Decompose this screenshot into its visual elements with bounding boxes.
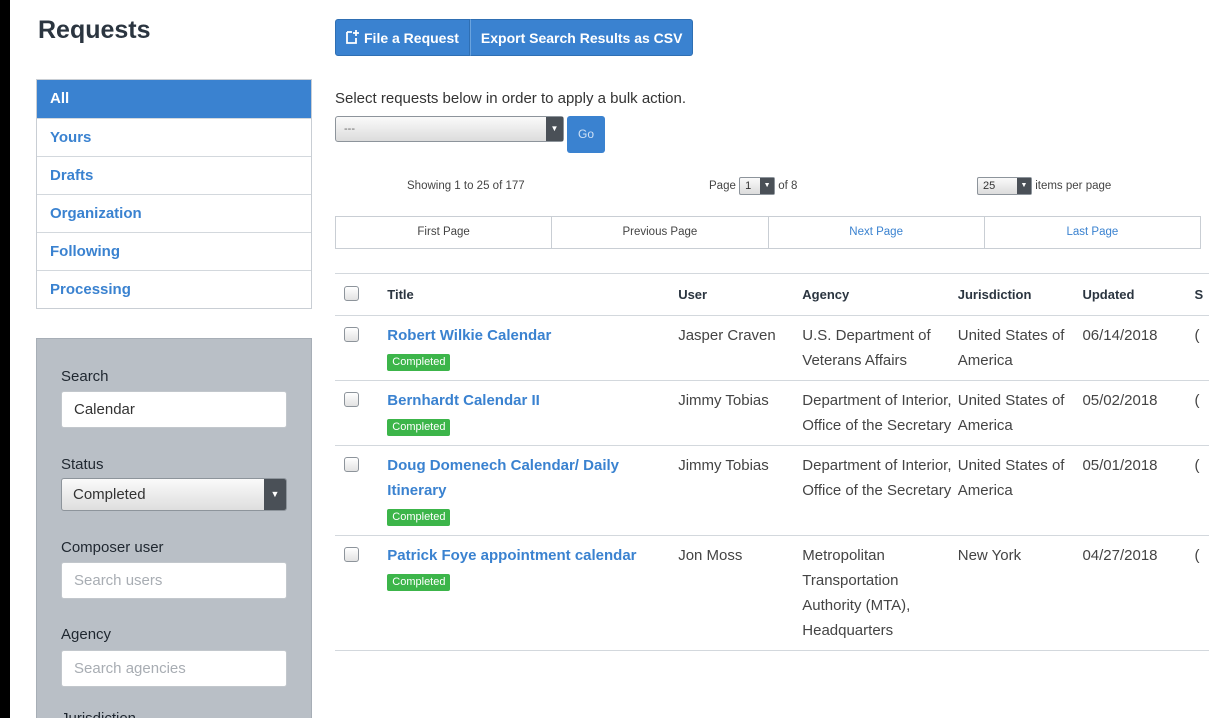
header-updated[interactable]: Updated [1082, 273, 1195, 316]
nav-item-drafts[interactable]: Drafts [37, 156, 311, 194]
nav-item-organization[interactable]: Organization [37, 194, 311, 232]
page-title: Requests [38, 16, 151, 44]
page-value: 1 [745, 180, 752, 192]
table-row: Doug Domenech Calendar/ Daily Itinerary C… [335, 445, 1209, 536]
chevron-down-icon: ▼ [760, 178, 775, 194]
user-cell: Jon Moss [678, 535, 803, 651]
nav-item-all[interactable]: All [37, 80, 311, 118]
file-request-label: File a Request [364, 30, 459, 46]
row-checkbox[interactable] [344, 327, 359, 342]
go-button[interactable]: Go [567, 116, 605, 153]
header-agency[interactable]: Agency [802, 273, 958, 316]
extra-cell: ( [1194, 535, 1209, 651]
agency-cell: Metropolitan Transportation Authority (M… [802, 535, 958, 651]
page-select[interactable]: 1 ▼ [739, 177, 776, 195]
per-page-select[interactable]: 25 ▼ [977, 177, 1032, 195]
extra-cell: ( [1194, 445, 1209, 536]
agency-label: Agency [61, 626, 112, 643]
bulk-instruction: Select requests below in order to apply … [335, 90, 687, 107]
table-row: Robert Wilkie Calendar Completed Jasper C… [335, 315, 1209, 381]
filter-panel: Search Calendar Status Completed ▼ Compo… [36, 338, 312, 718]
request-filter-nav: All Yours Drafts Organization Following … [36, 79, 312, 309]
request-title-link[interactable]: Doug Domenech Calendar/ Daily Itinerary [387, 457, 619, 499]
jurisdiction-cell: United States of America [957, 445, 1083, 536]
requests-table: Title User Agency Jurisdiction Updated S… [335, 273, 1209, 651]
page: Requests All Yours Drafts Organization F… [10, 0, 1209, 718]
bulk-action-value: --- [344, 123, 355, 135]
first-page-button[interactable]: First Page [336, 217, 551, 248]
composer-user-input[interactable]: Search users [61, 562, 287, 599]
page-of-label: of 8 [778, 180, 798, 193]
chevron-down-icon: ▼ [264, 479, 286, 510]
showing-count: Showing 1 to 25 of 177 [407, 180, 525, 192]
jurisdiction-cell: New York [957, 535, 1083, 651]
updated-cell: 04/27/2018 [1082, 535, 1195, 651]
bulk-action-select[interactable]: --- ▼ [335, 116, 564, 142]
composer-label: Composer user [61, 539, 164, 556]
agency-cell: U.S. Department of Veterans Affairs [802, 315, 958, 381]
updated-cell: 05/02/2018 [1082, 380, 1195, 446]
per-page-label: items per page [1035, 180, 1112, 193]
agency-cell: Department of Interior, Office of the Se… [802, 380, 958, 446]
status-badge: Completed [387, 574, 451, 591]
last-page-button[interactable]: Last Page [983, 217, 1200, 248]
updated-cell: 05/01/2018 [1082, 445, 1195, 536]
header-jurisdiction[interactable]: Jurisdiction [957, 273, 1083, 316]
status-label: Status [61, 456, 104, 473]
status-select[interactable]: Completed ▼ [61, 478, 287, 511]
table-row: Bernhardt Calendar II Completed Jimmy Tob… [335, 380, 1209, 446]
file-request-button[interactable]: File a Request [335, 19, 470, 56]
status-badge: Completed [387, 419, 451, 436]
search-label: Search [61, 368, 109, 385]
search-input[interactable]: Calendar [61, 391, 287, 428]
status-value: Completed [73, 486, 146, 503]
toolbar: File a Request Export Search Results as … [335, 19, 694, 56]
user-cell: Jimmy Tobias [678, 445, 803, 536]
updated-cell: 06/14/2018 [1082, 315, 1195, 381]
extra-cell: ( [1194, 315, 1209, 381]
header-title[interactable]: Title [387, 273, 679, 316]
agency-input[interactable]: Search agencies [61, 650, 287, 687]
user-cell: Jasper Craven [678, 315, 803, 381]
jurisdiction-cell: United States of America [957, 315, 1083, 381]
page-selector: Page 1 ▼ of 8 [709, 177, 797, 195]
chevron-down-icon: ▼ [546, 117, 563, 141]
jurisdiction-label: Jurisdiction [61, 710, 136, 718]
select-all-checkbox[interactable] [344, 285, 359, 301]
table-row: Patrick Foye appointment calendar Complet… [335, 535, 1209, 651]
pagination-nav: First Page Previous Page Next Page Last … [335, 216, 1201, 249]
chevron-down-icon: ▼ [1017, 178, 1031, 194]
agency-cell: Department of Interior, Office of the Se… [802, 445, 958, 536]
file-add-icon [346, 21, 359, 58]
nav-item-yours[interactable]: Yours [37, 118, 311, 156]
request-title-link[interactable]: Robert Wilkie Calendar [387, 327, 551, 344]
per-page-value: 25 [983, 180, 996, 192]
row-checkbox[interactable] [344, 547, 359, 562]
table-header-row: Title User Agency Jurisdiction Updated S [335, 273, 1209, 316]
jurisdiction-cell: United States of America [957, 380, 1083, 446]
request-title-link[interactable]: Bernhardt Calendar II [387, 392, 540, 409]
nav-item-following[interactable]: Following [37, 232, 311, 270]
extra-cell: ( [1194, 380, 1209, 446]
row-checkbox[interactable] [344, 457, 359, 472]
status-badge: Completed [387, 509, 451, 526]
nav-item-processing[interactable]: Processing [37, 270, 311, 308]
user-cell: Jimmy Tobias [678, 380, 803, 446]
per-page-selector: 25 ▼ items per page [977, 177, 1111, 195]
row-checkbox[interactable] [344, 392, 359, 407]
header-extra[interactable]: S [1194, 273, 1209, 316]
previous-page-button[interactable]: Previous Page [551, 217, 767, 248]
header-user[interactable]: User [678, 273, 803, 316]
next-page-button[interactable]: Next Page [767, 217, 984, 248]
request-title-link[interactable]: Patrick Foye appointment calendar [387, 547, 636, 564]
export-csv-button[interactable]: Export Search Results as CSV [469, 19, 694, 56]
status-badge: Completed [387, 354, 451, 371]
page-label: Page [709, 180, 736, 193]
